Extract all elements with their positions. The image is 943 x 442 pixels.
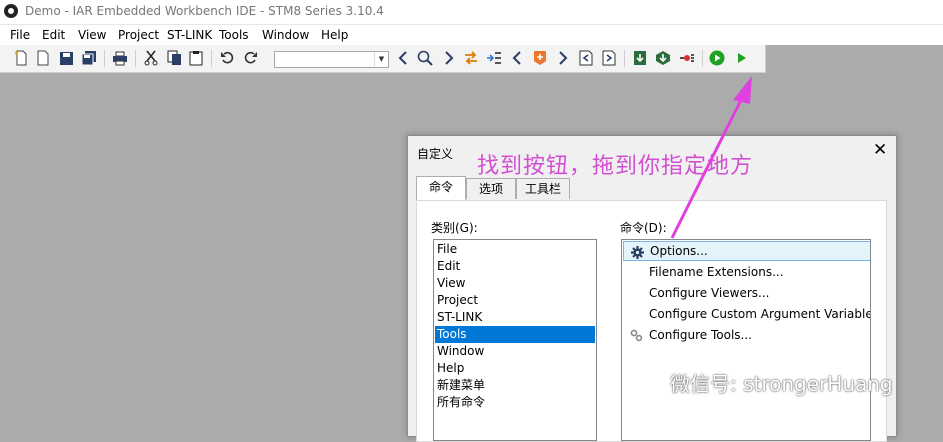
watermark-text: 微信号: strongerHuang [670, 372, 893, 396]
wechat-icon [624, 368, 664, 401]
annotation-arrow [670, 76, 752, 239]
